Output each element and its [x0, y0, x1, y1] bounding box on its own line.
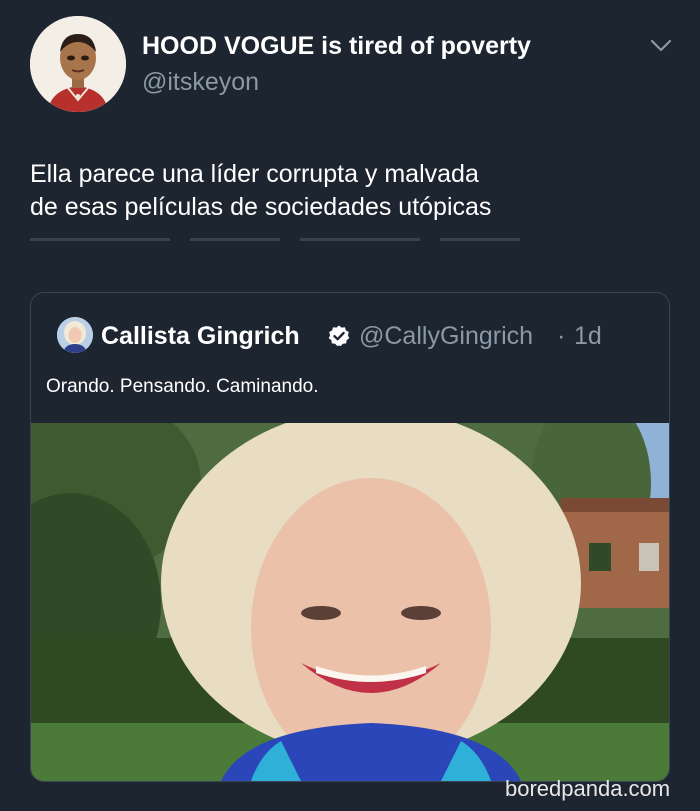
- quoted-tweet-text: Orando. Pensando. Caminando.: [46, 376, 319, 397]
- quoted-author-avatar[interactable]: [57, 317, 93, 353]
- tweet-text: Ella parece una líder corrupta y malvada…: [30, 158, 630, 224]
- chevron-down-icon[interactable]: [650, 38, 672, 54]
- tweet-text-line-2: de esas películas de sociedades utópicas: [30, 193, 492, 221]
- quoted-handle[interactable]: @CallyGingrich: [359, 322, 533, 351]
- tweet-text-line-1: Ella parece una líder corrupta y malvada: [30, 160, 479, 188]
- author-handle[interactable]: @itskeyon: [142, 68, 259, 97]
- quoted-timestamp[interactable]: 1d: [574, 322, 602, 351]
- quoted-tweet-photo[interactable]: [31, 423, 669, 781]
- watermark: boredpanda.com: [505, 776, 671, 801]
- author-avatar[interactable]: [30, 16, 126, 112]
- author-display-name[interactable]: HOOD VOGUE is tired of poverty: [142, 32, 531, 61]
- meta-separator: ·: [557, 322, 566, 350]
- quoted-tweet-card[interactable]: Callista Gingrich @CallyGingrich · 1d Or…: [30, 292, 670, 782]
- faded-text-artifact: [30, 238, 520, 241]
- avatar-illustration: [30, 16, 126, 112]
- quoted-display-name[interactable]: Callista Gingrich: [101, 322, 300, 351]
- verified-badge-icon: [327, 324, 351, 348]
